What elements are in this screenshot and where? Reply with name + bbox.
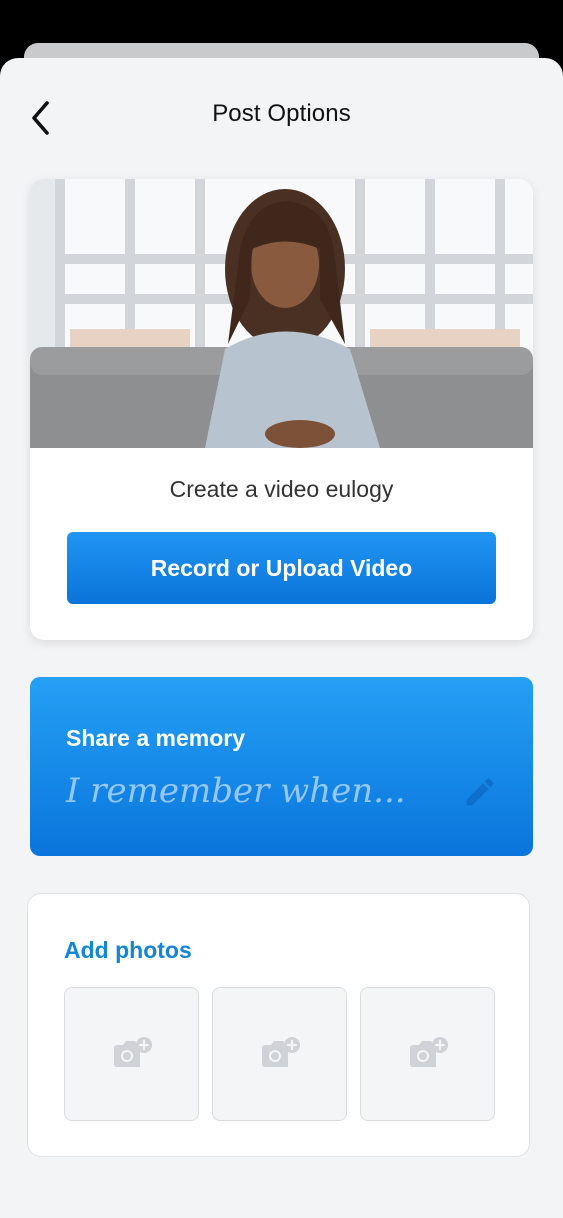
add-photo-icon [409,1037,448,1067]
photo-slot-3[interactable] [360,987,495,1121]
video-eulogy-caption: Create a video eulogy [169,476,394,502]
add-photo-icon [113,1037,152,1067]
video-thumbnail-image[interactable] [30,179,533,448]
pencil-icon[interactable] [462,774,498,810]
photo-slot-1[interactable] [64,987,199,1121]
add-photo-icon [261,1037,300,1067]
share-memory-card[interactable]: Share a memory I remember when... [30,677,533,856]
video-eulogy-card: Create a video eulogy Record or Upload V… [30,179,533,640]
add-photos-card: Add photos [27,893,530,1157]
share-memory-title: Share a memory [66,725,245,751]
record-upload-video-button[interactable]: Record or Upload Video [67,532,496,604]
photo-slot-2[interactable] [212,987,347,1121]
add-photos-title: Add photos [64,937,192,963]
page-title: Post Options [212,100,351,127]
memory-input-placeholder[interactable]: I remember when... [66,771,406,811]
